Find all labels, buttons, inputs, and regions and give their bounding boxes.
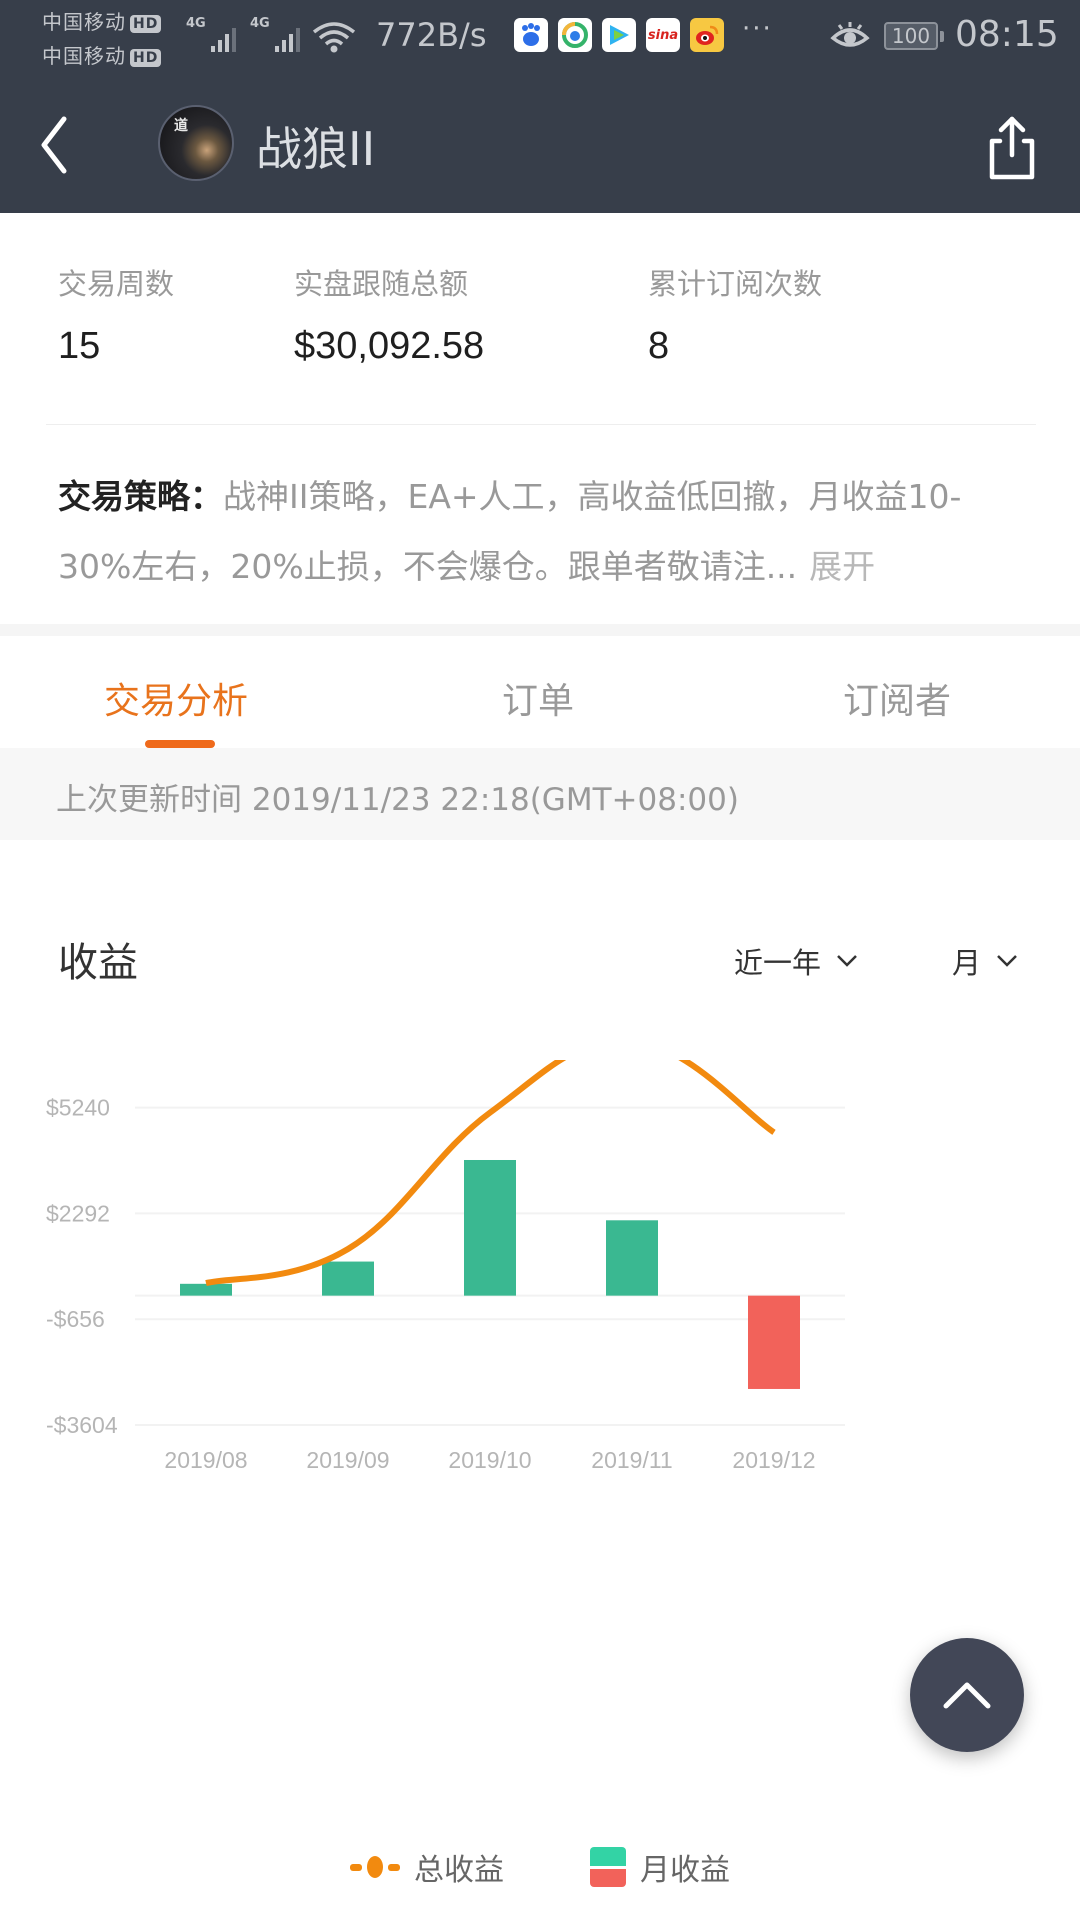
carrier-name: 中国移动 [42,44,126,68]
tencent-video-app-icon [602,18,636,52]
expand-link[interactable]: 展开 [809,547,875,586]
avatar[interactable]: 道 [158,105,234,181]
stat-label: 累计订阅次数 [648,267,823,301]
share-button[interactable] [982,113,1042,183]
section-separator [0,624,1080,636]
stat-subscriptions: 累计订阅次数 8 [648,261,822,368]
weibo-app-icon [690,18,724,52]
tab-trade-analysis[interactable]: 交易分析 [104,672,248,724]
legend-item-monthly[interactable]: 月收益 [590,1845,730,1889]
line-legend-icon [350,1855,400,1879]
tab-bar: 交易分析 订单 订阅者 [0,636,1080,748]
stat-value: 8 [648,325,670,367]
y-axis-ticks: $11136$8188$5240$2292-$656-$3604 [46,1095,118,1438]
signal-icon: 4G [250,16,300,52]
network-type: 4G [250,16,270,31]
scroll-to-top-button[interactable] [910,1638,1024,1752]
chart-title: 收益 [58,940,138,986]
active-tab-indicator [145,740,215,748]
back-button[interactable] [30,105,90,185]
x-tick-label: 2019/11 [591,1447,672,1473]
tab-orders[interactable]: 订单 [502,672,574,724]
more-notifications-icon: ··· [742,14,773,44]
signal-bar [295,28,300,52]
range-dropdown[interactable]: 近一年 [734,940,859,982]
bar-legend-icon [590,1847,626,1887]
x-axis-ticks: 2019/08 2019/09 2019/10 2019/11 2019/12 [164,1447,815,1473]
network-type: 4G [186,16,206,31]
stat-label: 交易周数 [58,267,175,301]
chevron-down-icon [997,955,1017,967]
update-info-bar: 上次更新时间 2019/11/23 22:18(GMT+08:00) [0,748,1080,840]
signal-bar [231,28,236,52]
chevron-up-icon [943,1682,991,1709]
status-bar: 中国移动 HD 中国移动 HD 4G 4G 772B/s sina ··· 10… [0,0,1080,75]
stats-section: 交易周数 15 实盘跟随总额 $30,092.58 累计订阅次数 8 [0,213,1080,423]
period-dropdown[interactable]: 月 [952,940,1019,982]
nav-bar: 道 战狼II [0,75,1080,213]
stat-trading-weeks: 交易周数 15 [58,261,174,368]
period-dropdown-value: 月 [952,946,982,980]
x-tick-label: 2019/10 [448,1447,531,1473]
signal-bar [217,40,222,52]
battery-icon: 100 [884,22,944,50]
last-update-time: 上次更新时间 2019/11/23 22:18(GMT+08:00) [56,782,739,818]
signal-icon: 4G [186,16,236,52]
x-tick-label: 2019/09 [306,1447,389,1473]
y-tick-label: $5240 [46,1095,110,1121]
signal-bar [288,34,293,52]
tab-subscribers[interactable]: 订阅者 [843,672,951,724]
chevron-down-icon [837,955,857,967]
bar-2019/08[interactable] [180,1283,232,1296]
signal-bar [281,40,286,52]
carrier-2: 中国移动 HD [42,40,162,69]
stat-value: $30,092.58 [294,325,485,367]
bar-2019/09[interactable] [322,1261,374,1296]
baidu-app-icon [514,18,548,52]
clock: 08:15 [955,14,1059,55]
page-title: 战狼II [256,122,376,176]
share-icon [989,116,1035,180]
bar-2019/11[interactable] [606,1220,658,1296]
strategy-description: 交易策略：战神II策略，EA+人工，高收益低回撤，月收益10-30%左右，20%… [58,462,998,602]
qq-browser-app-icon [558,18,592,52]
strategy-label: 交易策略： [58,477,223,516]
divider [46,424,1036,425]
signal-bar [224,34,229,52]
eye-comfort-icon [830,22,870,47]
y-tick-label: -$3604 [46,1412,118,1438]
wifi-icon [312,22,356,53]
avatar-text: 道 [174,118,188,134]
legend-label: 总收益 [414,1853,504,1888]
x-tick-label: 2019/12 [732,1447,815,1473]
signal-bar [274,46,279,52]
carrier-1: 中国移动 HD [42,6,162,35]
stat-value: 15 [58,325,101,367]
range-dropdown-value: 近一年 [734,946,822,980]
hd-badge: HD [130,14,162,33]
network-speed: 772B/s [376,16,487,54]
y-tick-label: -$656 [46,1306,105,1332]
bar-2019/12[interactable] [748,1295,800,1389]
stat-follow-total: 实盘跟随总额 $30,092.58 [294,261,484,368]
legend-label: 月收益 [640,1853,730,1888]
stat-label: 实盘跟随总额 [294,267,469,301]
signal-bar [210,46,215,52]
sina-app-icon: sina [646,18,680,52]
carrier-name: 中国移动 [42,10,126,34]
chevron-left-icon [41,116,67,174]
legend-item-total[interactable]: 总收益 [350,1845,504,1889]
bar-2019/10[interactable] [464,1159,516,1296]
hd-badge: HD [130,48,162,67]
battery-level: 100 [891,24,931,48]
x-tick-label: 2019/08 [164,1447,247,1473]
y-tick-label: $2292 [46,1200,110,1226]
